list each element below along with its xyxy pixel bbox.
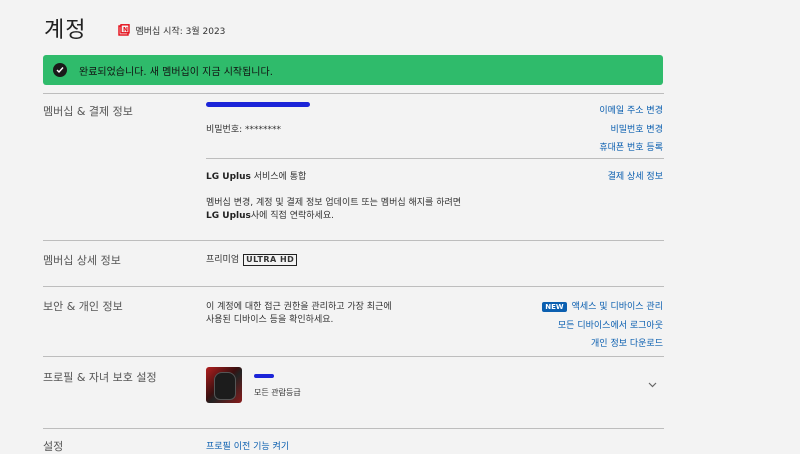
inner-divider: [206, 158, 664, 159]
section-divider: [43, 93, 664, 94]
security-section-label: 보안 & 개인 정보: [43, 300, 123, 313]
change-password-link[interactable]: 비밀번호 변경: [610, 122, 663, 135]
password-text: 비밀번호: ********: [206, 125, 282, 135]
billing-note-line-1: 멤버십 변경, 계정 및 결제 정보 업데이트 또는 멤버십 해지를 하려면: [206, 198, 462, 208]
section-divider: [43, 240, 664, 241]
section-divider: [43, 286, 664, 287]
download-info-link[interactable]: 개인 정보 다운로드: [591, 336, 663, 349]
avatar-face: [214, 372, 236, 400]
chevron-down-icon[interactable]: [648, 380, 657, 389]
member-since: N 멤버십 시작: 3월 2023: [118, 24, 225, 37]
partner-line: LG Uplus 서비스에 통합: [206, 169, 306, 182]
change-email-link[interactable]: 이메일 주소 변경: [599, 103, 663, 116]
svg-text:N: N: [123, 27, 128, 34]
page-header: 계정 N 멤버십 시작: 3월 2023: [44, 12, 225, 44]
profile-transfer-link[interactable]: 프로필 이전 기능 켜기: [206, 439, 289, 452]
profiles-section-label: 프로필 & 자녀 보호 설정: [43, 371, 157, 384]
redacted-profile-name: [254, 374, 274, 378]
membership-section-label: 멤버십 & 결제 정보: [43, 105, 133, 118]
banner-message: 완료되었습니다. 새 멤버십이 지금 시작됩니다.: [79, 66, 273, 78]
ultra-hd-badge: ULTRA HD: [243, 254, 298, 266]
partner-name: LG Uplus: [206, 172, 251, 182]
security-desc-line-1: 이 계정에 대한 접근 권한을 관리하고 가장 최근에: [206, 302, 392, 312]
success-banner: 완료되었습니다. 새 멤버십이 지금 시작됩니다.: [43, 55, 663, 85]
member-since-text: 멤버십 시작: 3월 2023: [135, 26, 226, 37]
new-badge: NEW: [542, 302, 567, 312]
billing-partner-name: LG Uplus: [206, 211, 251, 221]
partner-suffix: 서비스에 통합: [250, 172, 307, 182]
plan-section-label: 멤버십 상세 정보: [43, 254, 121, 267]
access-devices-label: 액세스 및 디바이스 관리: [571, 302, 663, 312]
sign-out-all-link[interactable]: 모든 디바이스에서 로그아웃: [558, 318, 663, 331]
check-circle-icon: [53, 63, 67, 77]
security-desc-line-2: 사용된 디바이스 등을 확인하세요.: [206, 315, 334, 325]
billing-details-link[interactable]: 결제 상세 정보: [608, 169, 663, 182]
access-devices-link[interactable]: NEW 액세스 및 디바이스 관리: [542, 299, 663, 312]
add-phone-link[interactable]: 휴대폰 번호 등록: [599, 140, 663, 153]
redacted-email: [206, 102, 310, 107]
profile-avatar[interactable]: [206, 367, 242, 403]
plan-info: 프리미엄 ULTRA HD: [206, 252, 298, 266]
plan-name: 프리미엄: [206, 255, 240, 265]
section-divider: [43, 356, 664, 357]
billing-note-line-2: LG Uplus사에 직접 연락하세요.: [206, 208, 334, 221]
billing-note-rest: 사에 직접 연락하세요.: [250, 211, 334, 221]
membership-card-icon: N: [118, 24, 131, 36]
page-title: 계정: [44, 18, 87, 43]
settings-section-label: 설정: [43, 440, 64, 453]
section-divider: [43, 428, 664, 429]
profile-rating: 모든 관람등급: [254, 388, 301, 397]
